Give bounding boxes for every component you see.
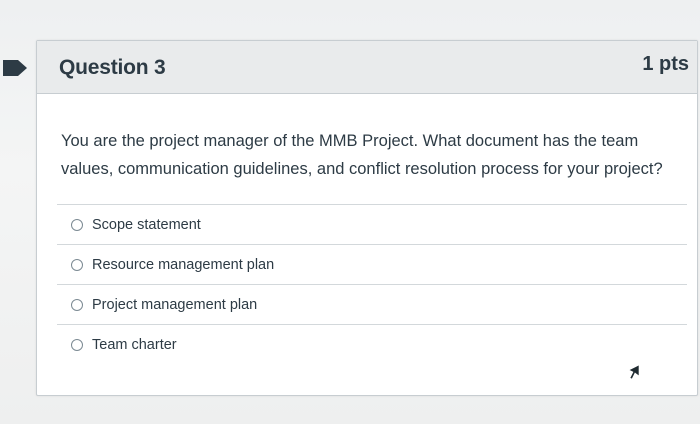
answer-option-scope-statement[interactable]: Scope statement <box>57 204 687 244</box>
radio-button[interactable] <box>71 338 83 351</box>
answer-option-team-charter[interactable]: Team charter <box>57 324 687 364</box>
answer-label[interactable]: Scope statement <box>92 217 201 233</box>
answer-list: Scope statement Resource management plan… <box>57 204 687 364</box>
answer-label[interactable]: Resource management plan <box>92 257 274 273</box>
answer-label[interactable]: Project management plan <box>92 297 257 313</box>
question-text: You are the project manager of the MMB P… <box>61 132 663 178</box>
answer-label[interactable]: Team charter <box>92 337 177 353</box>
mouse-pointer-icon <box>628 364 640 380</box>
radio-button[interactable] <box>71 258 83 271</box>
question-points: 1 pts <box>642 53 689 75</box>
question-card: Question 3 1 pts You are the project man… <box>36 40 698 396</box>
answer-option-project-management-plan[interactable]: Project management plan <box>57 284 687 324</box>
question-header: Question 3 1 pts <box>37 41 697 94</box>
radio-button[interactable] <box>71 218 83 231</box>
question-marker-icon[interactable] <box>2 58 28 78</box>
answer-option-resource-management-plan[interactable]: Resource management plan <box>57 244 687 284</box>
question-title: Question 3 <box>59 56 166 79</box>
radio-button[interactable] <box>71 298 83 311</box>
